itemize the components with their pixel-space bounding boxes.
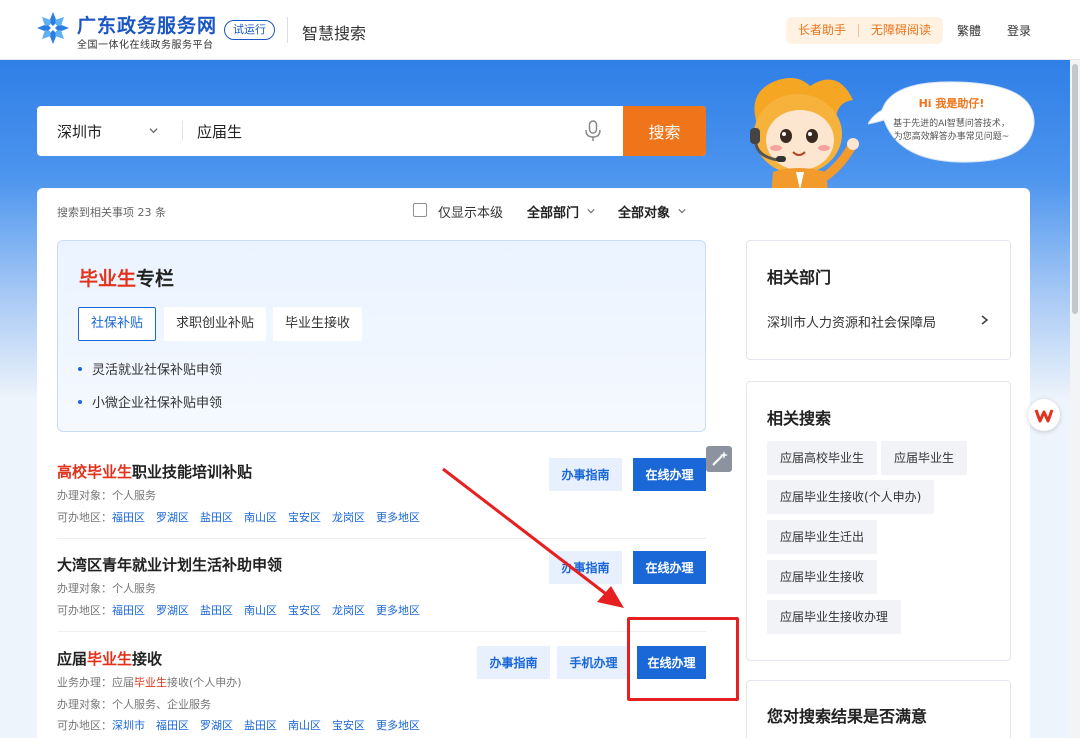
- tab-graduate-reception[interactable]: 毕业生接收: [273, 307, 363, 341]
- chevron-down-icon[interactable]: [587, 207, 595, 215]
- area-link[interactable]: 宝安区: [288, 604, 321, 617]
- department-filter[interactable]: 全部部门: [527, 202, 579, 221]
- related-search-tag[interactable]: 应届毕业生接收(个人申办): [767, 480, 935, 514]
- online-apply-button[interactable]: 在线办理: [633, 551, 706, 584]
- page-title: 智慧搜索: [302, 24, 367, 43]
- more-areas-link[interactable]: 更多地区: [376, 511, 420, 524]
- login-link[interactable]: 登录: [1007, 22, 1031, 39]
- area-link[interactable]: 南山区: [244, 511, 277, 524]
- area-link[interactable]: 龙岗区: [332, 604, 365, 617]
- beta-badge: 试运行: [224, 20, 275, 40]
- guide-button[interactable]: 办事指南: [549, 458, 622, 491]
- graduate-item-link[interactable]: 小微企业社保补贴申领: [78, 392, 222, 411]
- area-link[interactable]: 宝安区: [288, 511, 321, 524]
- graduate-column-title: 毕业生专栏: [79, 268, 175, 290]
- tab-social-security-subsidy[interactable]: 社保补贴: [78, 307, 157, 341]
- annotation-highlight-box: [627, 617, 739, 701]
- department-link[interactable]: 深圳市人力资源和社会保障局: [767, 312, 936, 331]
- accessibility-toolbar: 长者助手 无障碍阅读: [786, 17, 944, 44]
- area-link[interactable]: 盐田区: [244, 719, 277, 732]
- only-local-label[interactable]: 仅显示本级: [438, 202, 503, 221]
- result-title[interactable]: 应届毕业生接收: [57, 648, 162, 669]
- city-selector[interactable]: 深圳市: [57, 121, 102, 142]
- elder-assistant-button[interactable]: 长者助手: [786, 17, 858, 44]
- result-target: 办理对象：个人服务: [57, 489, 156, 502]
- search-separator: [182, 121, 183, 141]
- chevron-right-icon[interactable]: [980, 315, 989, 325]
- more-areas-link[interactable]: 更多地区: [376, 719, 420, 732]
- area-link[interactable]: 龙岗区: [332, 511, 365, 524]
- tab-job-startup-subsidy[interactable]: 求职创业补贴: [164, 307, 267, 341]
- result-target: 办理对象：个人服务、企业服务: [57, 698, 211, 711]
- area-link[interactable]: 深圳市: [112, 719, 145, 732]
- related-search-tag[interactable]: 应届毕业生接收办理: [767, 600, 902, 634]
- chevron-down-icon[interactable]: [678, 207, 686, 215]
- search-button[interactable]: 搜索: [623, 106, 706, 156]
- area-link[interactable]: 罗湖区: [156, 604, 189, 617]
- result-areas: 可办地区：福田区 罗湖区 盐田区 南山区 宝安区 龙岗区 更多地区: [57, 604, 420, 617]
- result-areas: 可办地区：深圳市 福田区 罗湖区 盐田区 南山区 宝安区 更多地区: [57, 719, 420, 732]
- result-business: 业务办理：应届毕业生接收(个人申办): [57, 676, 242, 689]
- site-logo-icon[interactable]: [36, 11, 70, 45]
- area-link[interactable]: 南山区: [288, 719, 321, 732]
- site-subtitle: 全国一体化在线政务服务平台: [77, 40, 214, 51]
- related-search-tag[interactable]: 应届毕业生迁出: [767, 520, 878, 554]
- area-link[interactable]: 宝安区: [332, 719, 365, 732]
- magic-wand-glyph: [712, 451, 728, 466]
- related-search-tag[interactable]: 应届毕业生接收: [767, 560, 878, 594]
- related-search-tag[interactable]: 应届毕业生: [881, 441, 968, 475]
- site-name[interactable]: 广东政务服务网: [77, 11, 217, 38]
- result-divider: [57, 631, 706, 632]
- wps-glyph: [1034, 409, 1054, 423]
- area-link[interactable]: 罗湖区: [200, 719, 233, 732]
- area-link[interactable]: 福田区: [112, 604, 145, 617]
- related-departments-title: 相关部门: [767, 268, 832, 287]
- area-link[interactable]: 罗湖区: [156, 511, 189, 524]
- bullet-icon: [78, 399, 82, 404]
- result-count: 搜索到相关事项 23 条: [57, 206, 166, 219]
- scrollbar-thumb[interactable]: [1072, 64, 1078, 314]
- magic-wand-icon[interactable]: [706, 446, 732, 472]
- result-target: 办理对象：个人服务: [57, 582, 156, 595]
- wps-icon[interactable]: [1028, 399, 1060, 431]
- related-departments-card: [746, 240, 1011, 360]
- area-link[interactable]: 盐田区: [200, 604, 233, 617]
- assistant-intro-line-1: 基于先进的AI智慧问答技术，: [893, 119, 1010, 129]
- area-link[interactable]: 福田区: [112, 511, 145, 524]
- feedback-title: 您对搜索结果是否满意: [767, 707, 928, 726]
- result-divider: [57, 538, 706, 539]
- guide-button[interactable]: 办事指南: [549, 551, 622, 584]
- target-filter[interactable]: 全部对象: [618, 202, 670, 221]
- microphone-icon[interactable]: [583, 120, 603, 142]
- traditional-chinese-link[interactable]: 繁體: [957, 22, 981, 39]
- more-areas-link[interactable]: 更多地区: [376, 604, 420, 617]
- top-header: 广东政务服务网 全国一体化在线政务服务平台 试运行 智慧搜索 长者助手 无障碍阅…: [0, 0, 1080, 60]
- only-local-checkbox[interactable]: [413, 203, 427, 217]
- area-link[interactable]: 福田区: [156, 719, 189, 732]
- guide-button[interactable]: 办事指南: [477, 646, 550, 679]
- online-apply-button[interactable]: 在线办理: [633, 458, 706, 491]
- accessible-reading-button[interactable]: 无障碍阅读: [859, 17, 943, 44]
- area-link[interactable]: 南山区: [244, 604, 277, 617]
- search-bar: 深圳市 搜索: [37, 106, 706, 156]
- area-link[interactable]: 盐田区: [200, 511, 233, 524]
- result-title[interactable]: 大湾区青年就业计划生活补助申领: [57, 554, 282, 575]
- header-divider: [287, 17, 288, 43]
- bullet-icon: [78, 366, 82, 371]
- result-title[interactable]: 高校毕业生职业技能培训补贴: [57, 461, 252, 482]
- assistant-greeting: Hi 我是助仔!: [918, 97, 985, 110]
- related-searches-title: 相关搜索: [767, 409, 832, 428]
- related-search-tag[interactable]: 应届高校毕业生: [767, 441, 878, 475]
- mobile-apply-button[interactable]: 手机办理: [557, 646, 630, 679]
- result-areas: 可办地区：福田区 罗湖区 盐田区 南山区 宝安区 龙岗区 更多地区: [57, 511, 420, 524]
- graduate-item-link[interactable]: 灵活就业社保补贴申领: [78, 359, 222, 378]
- search-input[interactable]: [197, 106, 607, 156]
- chevron-down-icon[interactable]: [149, 126, 158, 135]
- assistant-intro-line-2: 为您高效解答办事常见问题~: [893, 132, 1010, 142]
